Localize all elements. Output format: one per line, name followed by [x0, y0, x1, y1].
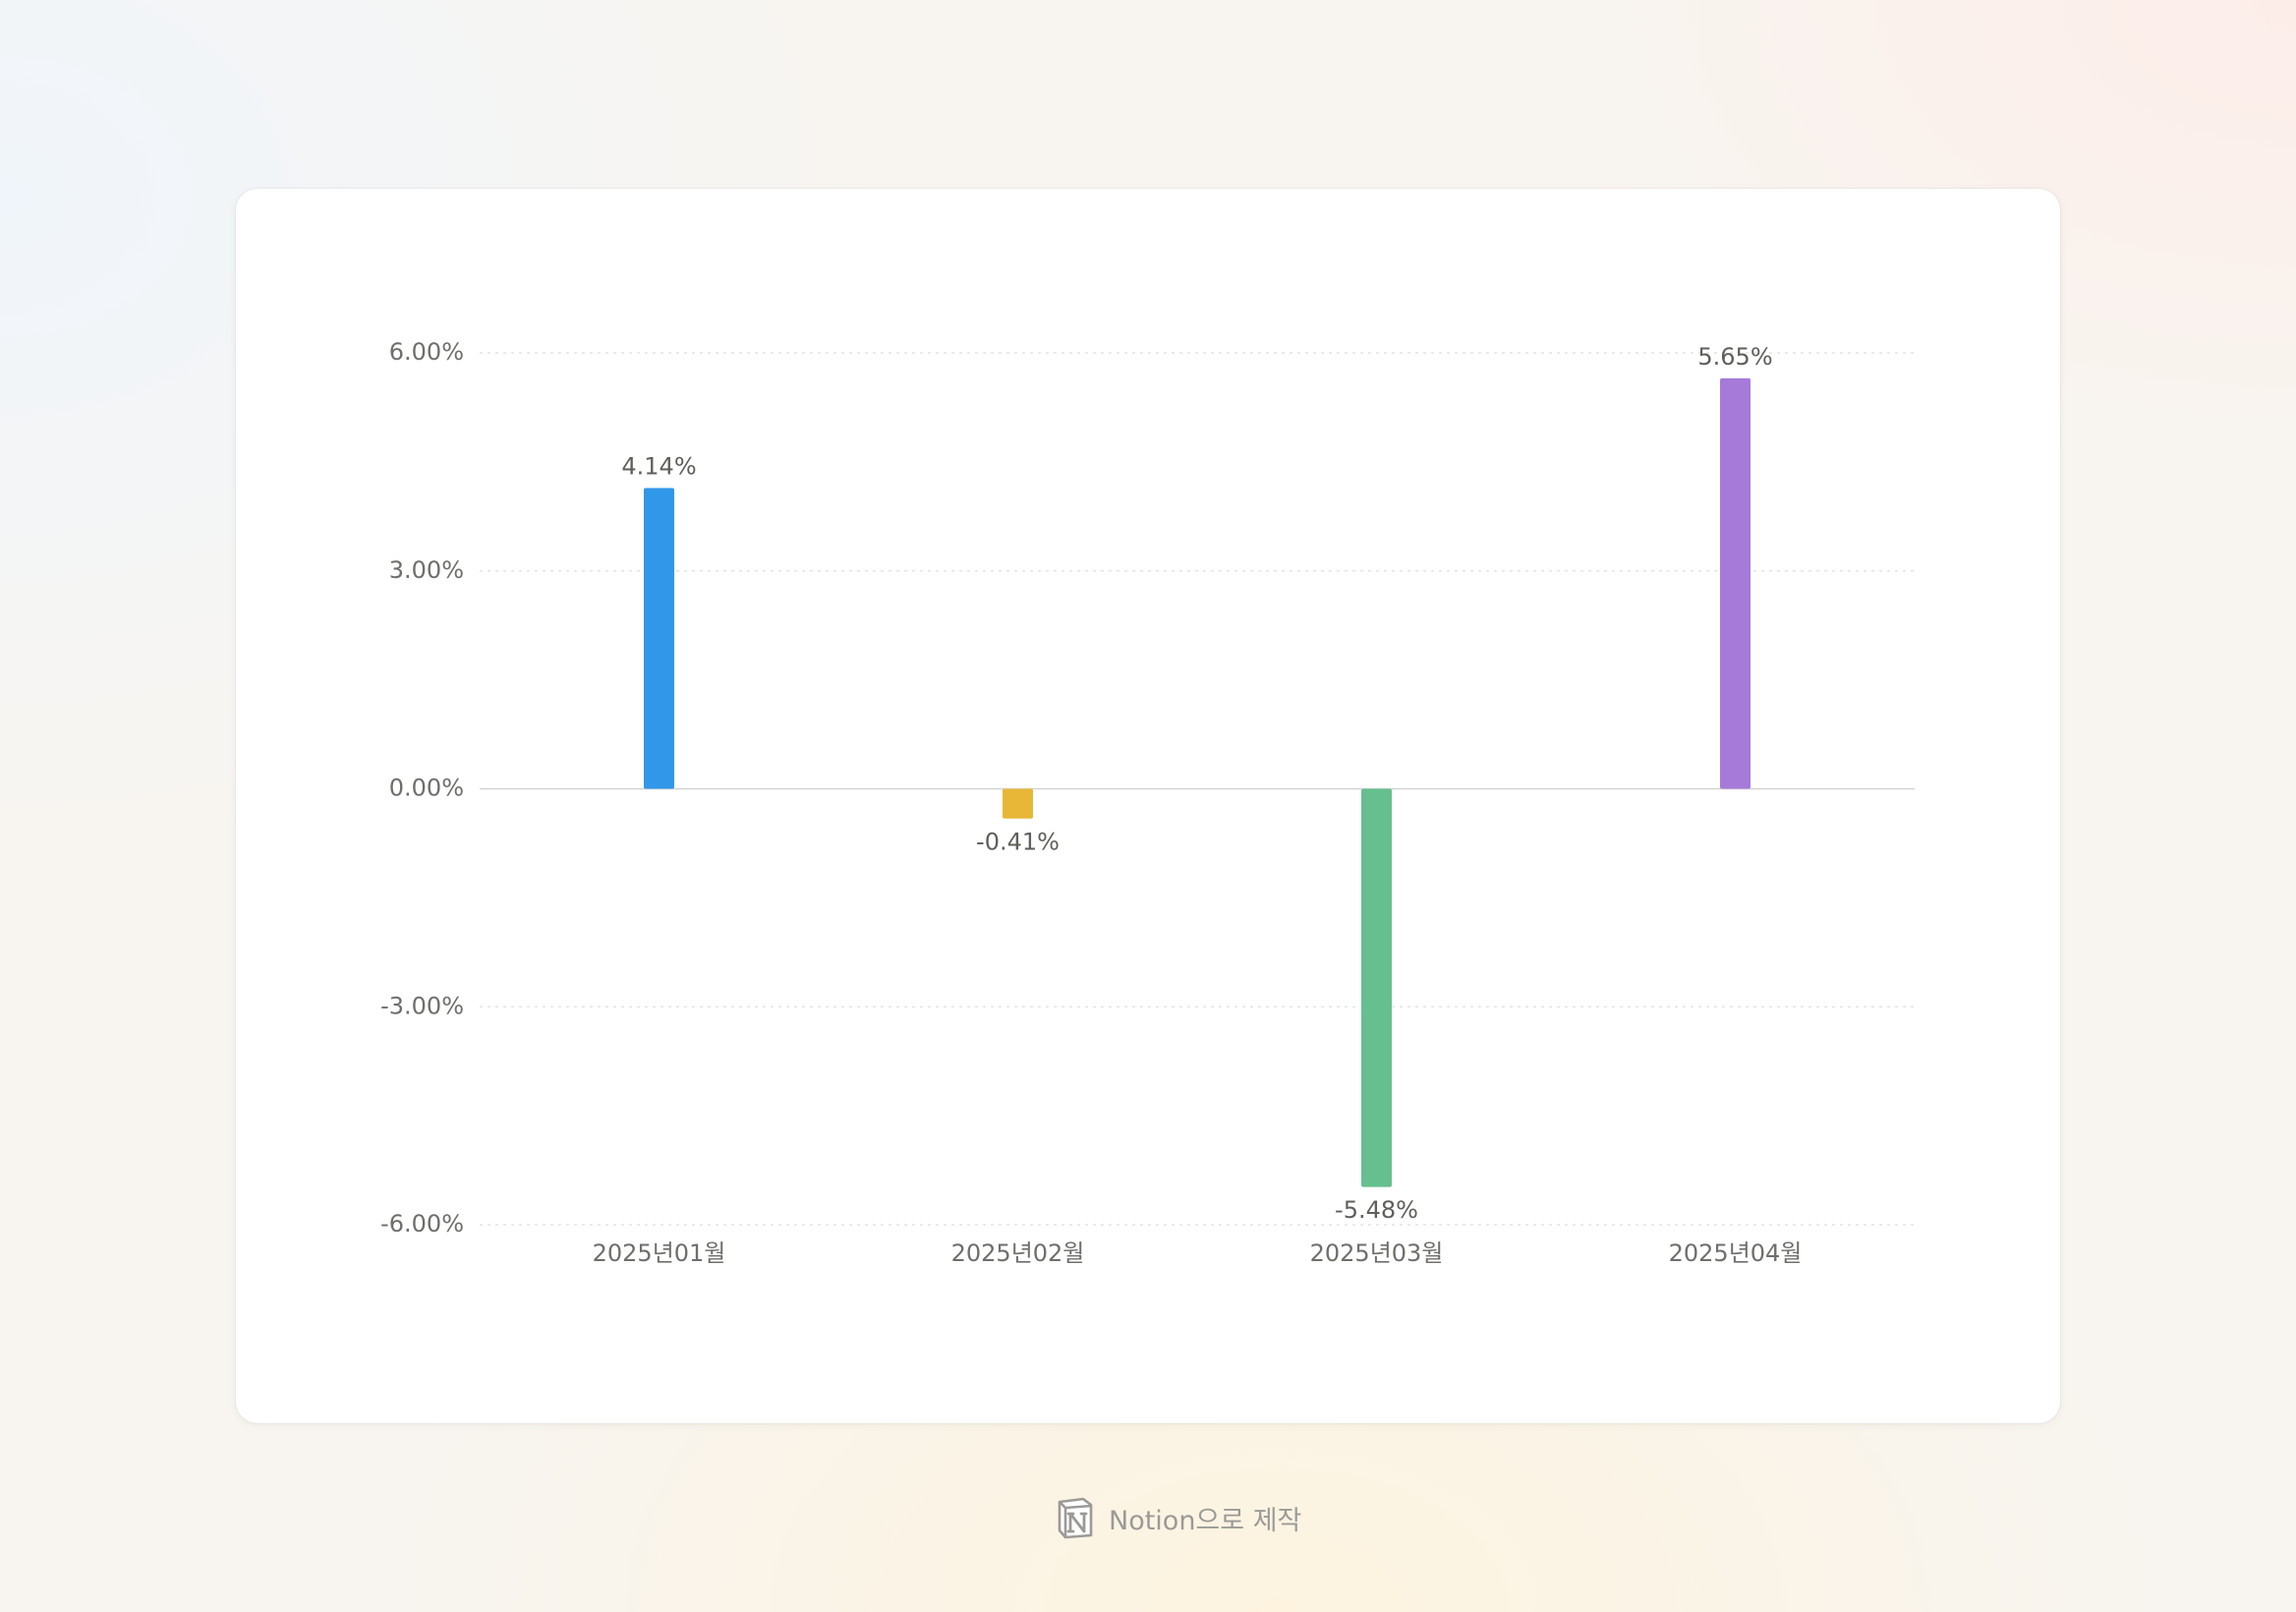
y-tick-label: -3.00% — [380, 992, 464, 1019]
data-label: 5.65% — [1697, 343, 1772, 371]
notion-logo-icon — [1058, 1497, 1093, 1539]
data-label: -0.41% — [976, 828, 1060, 855]
made-with-notion[interactable]: Notion으로 제작 — [1056, 1494, 1301, 1541]
data-label: -5.48% — [1335, 1196, 1418, 1224]
x-tick-label: 2025년03월 — [1310, 1239, 1444, 1267]
data-label: 4.14% — [621, 452, 696, 480]
chart-card: 6.00% 3.00% 0.00% -3.00% -6.00% 4.14% 2025년01월… — [236, 189, 2060, 1423]
x-tick-label: 2025년01월 — [593, 1239, 726, 1267]
x-tick-label: 2025년04월 — [1669, 1239, 1803, 1267]
footer-text: Notion으로 제작 — [1109, 1505, 1302, 1536]
bar — [1361, 788, 1392, 1187]
y-tick-label: 6.00% — [389, 338, 464, 366]
y-tick-label: 0.00% — [389, 775, 464, 802]
bar — [644, 488, 674, 789]
x-tick-label: 2025년02월 — [951, 1239, 1085, 1267]
bar — [1720, 377, 1751, 789]
bar — [1003, 788, 1033, 819]
y-tick-label: 3.00% — [389, 556, 464, 584]
y-tick-label: -6.00% — [380, 1210, 464, 1238]
bar-chart: 6.00% 3.00% 0.00% -3.00% -6.00% 4.14% 2025년01월… — [380, 338, 1915, 1267]
